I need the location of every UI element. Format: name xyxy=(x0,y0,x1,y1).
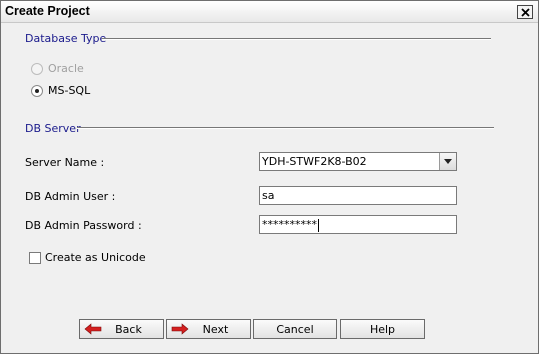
server-name-combobox[interactable]: YDH-STWF2K8-B02 xyxy=(259,152,457,171)
arrow-right-icon xyxy=(171,323,189,335)
dialog-title: Create Project xyxy=(5,4,90,18)
next-button[interactable]: Next xyxy=(166,319,251,339)
radio-mssql-label: MS-SQL xyxy=(48,84,91,97)
create-unicode-label: Create as Unicode xyxy=(45,251,146,264)
create-unicode-checkbox-row[interactable]: Create as Unicode xyxy=(29,251,146,264)
help-button-label: Help xyxy=(369,322,396,336)
help-button[interactable]: Help xyxy=(340,319,425,339)
radio-oracle-label: Oracle xyxy=(48,62,84,75)
database-type-label: Database Type xyxy=(25,32,107,45)
radio-mssql-button[interactable] xyxy=(31,84,43,97)
admin-user-value: sa xyxy=(262,189,275,202)
next-button-label: Next xyxy=(202,322,229,336)
title-bar: Create Project xyxy=(1,1,538,23)
radio-mssql[interactable]: MS-SQL xyxy=(31,84,90,97)
cancel-button[interactable]: Cancel xyxy=(253,319,337,339)
create-project-dialog: Create Project Database Type Oracle MS-S… xyxy=(0,0,539,354)
admin-password-value: ********** xyxy=(262,218,317,231)
server-name-label: Server Name : xyxy=(25,156,105,169)
db-server-divider xyxy=(77,127,494,129)
cancel-button-label: Cancel xyxy=(276,322,314,336)
database-type-divider xyxy=(102,38,491,40)
close-icon xyxy=(520,7,530,17)
arrow-left-icon xyxy=(84,323,102,335)
text-caret xyxy=(318,218,319,232)
create-unicode-checkbox[interactable] xyxy=(29,251,41,264)
close-button[interactable] xyxy=(517,5,533,19)
admin-password-label: DB Admin Password : xyxy=(25,219,142,232)
back-button-label: Back xyxy=(115,322,142,336)
admin-user-input[interactable]: sa xyxy=(259,186,457,205)
admin-password-input[interactable]: ********** xyxy=(259,215,457,234)
server-name-dropdown-button[interactable] xyxy=(439,153,456,170)
admin-user-label: DB Admin User : xyxy=(25,190,116,203)
server-name-value: YDH-STWF2K8-B02 xyxy=(262,155,367,168)
back-button[interactable]: Back xyxy=(79,319,164,339)
radio-oracle-button[interactable] xyxy=(31,62,43,75)
db-server-label: DB Server xyxy=(25,122,81,135)
radio-oracle[interactable]: Oracle xyxy=(31,62,84,75)
chevron-down-icon xyxy=(444,159,452,164)
